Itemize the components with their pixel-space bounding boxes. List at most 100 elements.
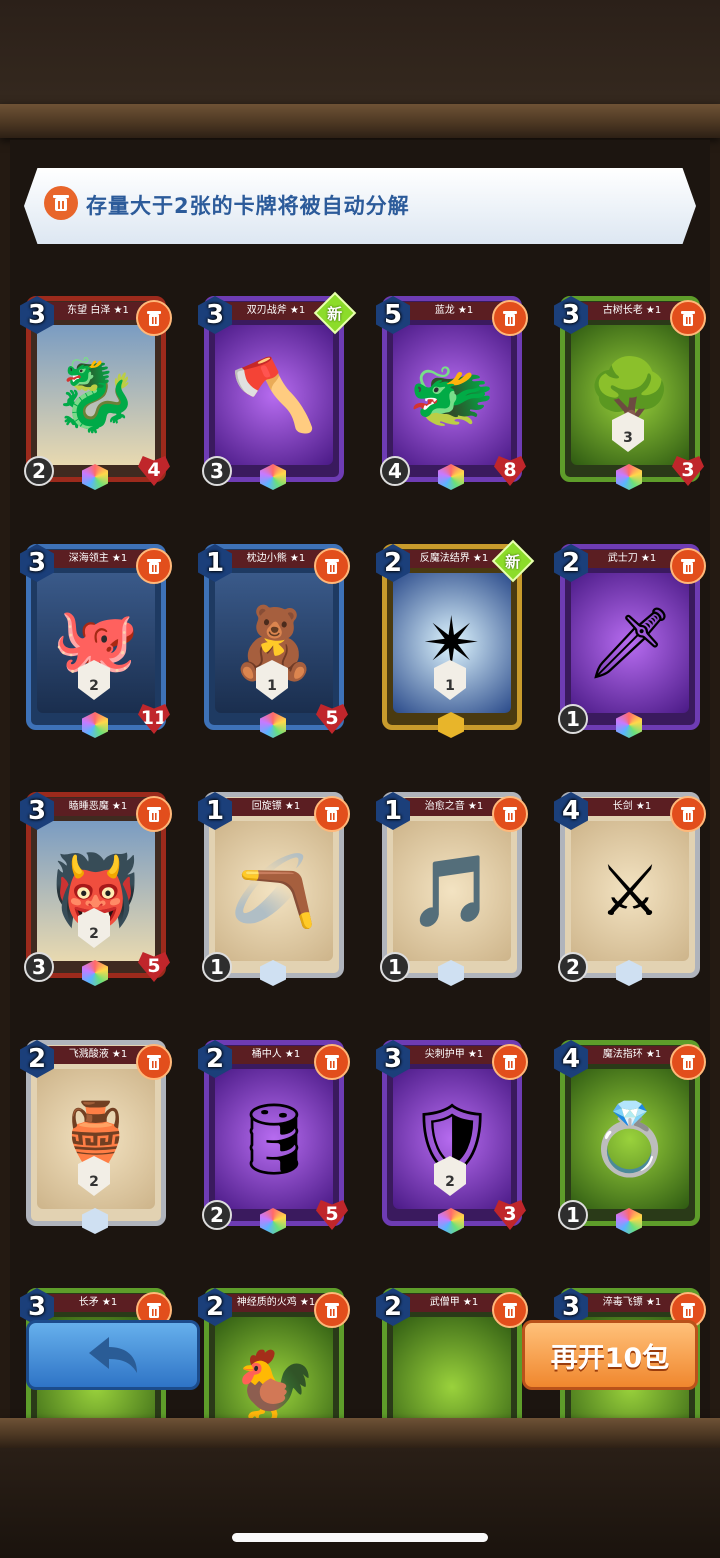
- trash-button[interactable]: [670, 300, 706, 336]
- card-cost-value: 2: [205, 1044, 225, 1074]
- card[interactable]: ✴ 反魔法结界 ★1 2 新 1: [376, 539, 535, 738]
- bottom-wood-beam: [0, 1418, 720, 1448]
- card-cost-value: 3: [27, 548, 47, 578]
- notice-text: 存量大于2张的卡牌将被自动分解: [86, 194, 410, 218]
- card-name: 瞌睡恶魔 ★1: [46, 798, 150, 816]
- card-name: 双刃战斧 ★1: [224, 302, 328, 320]
- card-cost-value: 2: [383, 1292, 403, 1322]
- card-name: 桶中人 ★1: [224, 1046, 328, 1064]
- back-button[interactable]: [26, 1320, 200, 1390]
- card-cost: 3: [20, 544, 54, 582]
- trash-button[interactable]: [670, 548, 706, 584]
- card[interactable]: 🗡 武士刀 ★1 2 1: [554, 544, 706, 738]
- card[interactable]: 🛢 桶中人 ★1 2 2 5: [198, 1040, 350, 1234]
- trash-icon: [681, 1303, 695, 1318]
- card-name: 蓝龙 ★1: [402, 302, 506, 320]
- card-art: 🛢: [215, 1069, 333, 1209]
- trash-button[interactable]: [314, 796, 350, 832]
- card-cost: 1: [376, 792, 410, 830]
- card-cost: 2: [554, 544, 588, 582]
- card-cost: 3: [554, 296, 588, 334]
- trash-button[interactable]: [136, 300, 172, 336]
- card-name: 东望 白泽 ★1: [46, 302, 150, 320]
- card[interactable]: 🪓 双刃战斧 ★1 3 新 3: [198, 291, 357, 490]
- card[interactable]: 👹 瞌睡恶魔 ★1 3 2 3 5: [20, 792, 172, 986]
- card-name: 魔法指环 ★1: [580, 1046, 684, 1064]
- card[interactable]: 🌳 古树长老 ★1 3 3 3: [554, 296, 706, 490]
- card-cost-value: 4: [561, 1044, 581, 1074]
- open-more-packs-button[interactable]: 再开10包: [522, 1320, 698, 1390]
- card-cost-value: 2: [561, 548, 581, 578]
- trash-icon: [681, 311, 695, 326]
- trash-icon: [681, 559, 695, 574]
- card[interactable]: 🐙 深海领主 ★1 3 2 11: [20, 544, 172, 738]
- trash-button[interactable]: [492, 300, 528, 336]
- card-cost: 4: [554, 792, 588, 830]
- trash-icon: [147, 311, 161, 326]
- card-attack: 2: [24, 456, 54, 486]
- card-attack: 1: [558, 704, 588, 734]
- card[interactable]: 💍 魔法指环 ★1 4 1: [554, 1040, 706, 1234]
- card-name: 武士刀 ★1: [580, 550, 684, 568]
- trash-icon: [147, 807, 161, 822]
- card-cost: 3: [376, 1040, 410, 1078]
- trash-icon: [681, 1055, 695, 1070]
- card-art: 🪃: [215, 821, 333, 961]
- top-wood-beam: [0, 104, 720, 138]
- card-attack: 3: [202, 456, 232, 486]
- card-cost: 5: [376, 296, 410, 334]
- card-cost: 1: [198, 544, 232, 582]
- card-name: 飞溅酸液 ★1: [46, 1046, 150, 1064]
- trash-button[interactable]: [314, 1044, 350, 1080]
- back-arrow-icon: [89, 1337, 137, 1373]
- trash-icon: [325, 1055, 339, 1070]
- card-cost-value: 3: [561, 1292, 581, 1322]
- card-name: 武僧甲 ★1: [402, 1294, 506, 1312]
- card[interactable]: 🛡 尖刺护甲 ★1 3 2 3: [376, 1040, 528, 1234]
- card-cost-value: 3: [383, 1044, 403, 1074]
- trash-button[interactable]: [136, 548, 172, 584]
- new-badge-label: 新: [505, 552, 521, 571]
- card-art: ⚔: [571, 821, 689, 961]
- card-art: 🗡: [571, 573, 689, 713]
- card-cost-value: 1: [205, 548, 225, 578]
- card-art: 💍: [571, 1069, 689, 1209]
- trash-button[interactable]: [314, 1292, 350, 1328]
- card-cost-value: 5: [383, 300, 403, 330]
- card[interactable]: 🧸 枕边小熊 ★1 1 1 5: [198, 544, 350, 738]
- card-attack: 2: [558, 952, 588, 982]
- trash-button[interactable]: [670, 796, 706, 832]
- card-cost-value: 1: [383, 796, 403, 826]
- trash-button[interactable]: [136, 796, 172, 832]
- trash-icon: [147, 1303, 161, 1318]
- card-cost-value: 1: [205, 796, 225, 826]
- card-cost: 2: [198, 1288, 232, 1326]
- card-cost-value: 3: [27, 1292, 47, 1322]
- card[interactable]: 🐉 东望 白泽 ★1 3 2 4: [20, 296, 172, 490]
- card[interactable]: 🪃 回旋镖 ★1 1 1: [198, 792, 350, 986]
- card-cost-value: 2: [383, 548, 403, 578]
- trash-icon: [681, 807, 695, 822]
- card-name: 治愈之音 ★1: [402, 798, 506, 816]
- card-cost-value: 4: [561, 796, 581, 826]
- trash-icon: [503, 1055, 517, 1070]
- card-cost-value: 3: [205, 300, 225, 330]
- card-name: 长矛 ★1: [46, 1294, 150, 1312]
- card-art: 🐉: [37, 325, 155, 465]
- card[interactable]: 🏺 飞溅酸液 ★1 2 2: [20, 1040, 172, 1234]
- card-name: 长剑 ★1: [580, 798, 684, 816]
- card-art: 🪓: [215, 325, 333, 465]
- card[interactable]: 🎵 治愈之音 ★1 1 1: [376, 792, 528, 986]
- card-cost: 2: [376, 1288, 410, 1326]
- card-cost: 3: [20, 296, 54, 334]
- trash-button[interactable]: [492, 796, 528, 832]
- trash-button[interactable]: [492, 1292, 528, 1328]
- card[interactable]: 🐲 蓝龙 ★1 5 4 8: [376, 296, 528, 490]
- trash-button[interactable]: [670, 1044, 706, 1080]
- card[interactable]: ⚔ 长剑 ★1 4 2: [554, 792, 706, 986]
- trash-button[interactable]: [136, 1044, 172, 1080]
- trash-button[interactable]: [314, 548, 350, 584]
- trash-button[interactable]: [492, 1044, 528, 1080]
- card-cost-value: 3: [561, 300, 581, 330]
- trash-icon: [147, 559, 161, 574]
